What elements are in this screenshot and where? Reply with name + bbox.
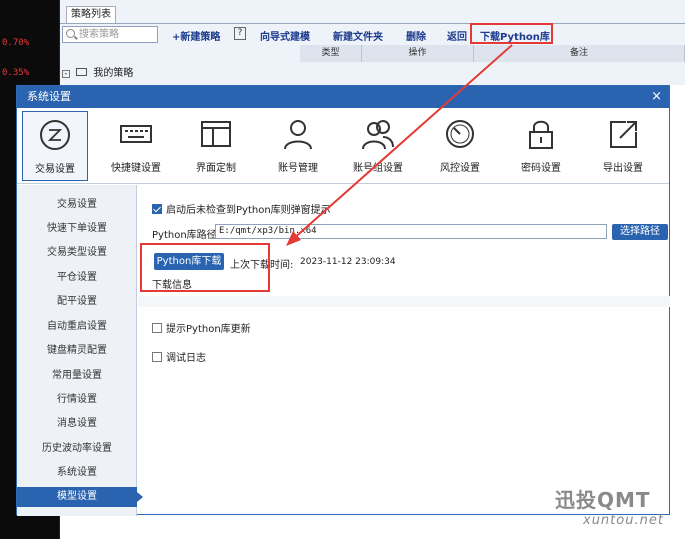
auto-check-option[interactable]: 启动后未检查到Python库则弹窗提示 bbox=[152, 201, 331, 216]
column-header-action: 操作 bbox=[362, 45, 474, 62]
tab-export-settings[interactable]: 导出设置 bbox=[590, 111, 656, 181]
sidebar-item-system[interactable]: 系统设置 bbox=[17, 463, 137, 483]
collapse-icon[interactable]: - bbox=[62, 70, 70, 78]
auto-check-label: 启动后未检查到Python库则弹窗提示 bbox=[166, 205, 331, 216]
sidebar-item-auto-restart[interactable]: 自动重启设置 bbox=[17, 317, 137, 337]
debug-log-option[interactable]: 调试日志 bbox=[152, 349, 206, 364]
sidebar-item-close-position[interactable]: 平仓设置 bbox=[17, 268, 137, 288]
tab-account-management[interactable]: 账号管理 bbox=[265, 111, 331, 181]
new-folder-button[interactable]: 新建文件夹 bbox=[333, 28, 383, 43]
settings-sidebar: 交易设置 快速下单设置 交易类型设置 平仓设置 配平设置 自动重启设置 键盘精灵… bbox=[17, 185, 143, 516]
system-settings-dialog: 系统设置 × 交易设置 快捷键设置 界面定制 账号管理 账号组设置 风控设置 密… bbox=[16, 85, 670, 516]
tab-trade-settings[interactable]: 交易设置 bbox=[22, 111, 88, 181]
trade-settings-icon bbox=[40, 120, 70, 150]
close-icon[interactable]: × bbox=[651, 86, 662, 108]
sidebar-item-trade-type[interactable]: 交易类型设置 bbox=[17, 243, 137, 263]
python-path-label: Python库路径 bbox=[152, 230, 217, 241]
keyboard-icon bbox=[120, 125, 152, 143]
sidebar-item-keyboard-wizard[interactable]: 键盘精灵配置 bbox=[17, 341, 137, 361]
sidebar-item-balancing[interactable]: 配平设置 bbox=[17, 292, 137, 312]
tab-risk-control[interactable]: 风控设置 bbox=[427, 111, 493, 181]
sidebar-item-common-quantity[interactable]: 常用量设置 bbox=[17, 366, 137, 386]
tab-strategy-list[interactable]: 策略列表 bbox=[66, 6, 116, 23]
sidebar-item-model-settings[interactable]: 模型设置 bbox=[17, 487, 143, 507]
tab-label: 交易设置 bbox=[35, 164, 75, 175]
change-percent-1: 0.70% bbox=[2, 38, 30, 48]
debug-log-label: 调试日志 bbox=[166, 353, 206, 364]
tab-label: 界面定制 bbox=[196, 163, 236, 174]
watermark-logo-text: 迅投QMT bbox=[555, 488, 651, 512]
tab-shortcut-settings[interactable]: 快捷键设置 bbox=[103, 111, 169, 181]
new-strategy-button[interactable]: +新建策略 bbox=[172, 28, 220, 43]
tab-label: 账号管理 bbox=[278, 163, 318, 174]
lock-icon bbox=[529, 120, 553, 149]
sidebar-item-trade-settings[interactable]: 交易设置 bbox=[17, 195, 137, 215]
highlight-box-download-lib bbox=[470, 23, 553, 44]
user-icon bbox=[284, 120, 312, 150]
change-percent-2: 0.35% bbox=[2, 68, 30, 78]
sidebar-item-quick-order[interactable]: 快速下单设置 bbox=[17, 219, 137, 239]
tab-label: 密码设置 bbox=[521, 163, 561, 174]
auto-check-checkbox[interactable] bbox=[152, 204, 162, 214]
debug-log-checkbox[interactable] bbox=[152, 352, 162, 362]
tab-label: 快捷键设置 bbox=[111, 163, 161, 174]
tree-root-label: 我的策略 bbox=[93, 68, 134, 79]
back-button[interactable]: 返回 bbox=[447, 28, 467, 43]
delete-button[interactable]: 删除 bbox=[406, 28, 426, 43]
tab-label: 导出设置 bbox=[603, 163, 643, 174]
choose-path-button[interactable]: 选择路径 bbox=[612, 224, 668, 240]
download-info-area bbox=[138, 296, 670, 307]
gauge-icon bbox=[446, 120, 474, 148]
wizard-modeling-button[interactable]: 向导式建模 bbox=[260, 28, 310, 43]
tab-label: 账号组设置 bbox=[353, 163, 403, 174]
tab-account-group-settings[interactable]: 账号组设置 bbox=[345, 111, 411, 181]
last-download-time: 2023-11-12 23:09:34 bbox=[300, 257, 396, 267]
tree-root-my-strategies[interactable]: - 我的策略 bbox=[62, 64, 133, 79]
tab-label: 风控设置 bbox=[440, 163, 480, 174]
tab-divider bbox=[60, 23, 685, 24]
tab-password-settings[interactable]: 密码设置 bbox=[508, 111, 574, 181]
tab-ui-customize[interactable]: 界面定制 bbox=[183, 111, 249, 181]
dialog-title-bar[interactable]: 系统设置 × bbox=[17, 86, 669, 108]
update-prompt-option[interactable]: 提示Python库更新 bbox=[152, 320, 251, 335]
user-group-icon bbox=[362, 120, 394, 150]
update-prompt-label: 提示Python库更新 bbox=[166, 324, 251, 335]
strategy-search-input[interactable]: 搜索策略 bbox=[62, 26, 158, 43]
folder-icon bbox=[76, 68, 88, 76]
search-icon bbox=[66, 29, 75, 38]
sidebar-item-market-data[interactable]: 行情设置 bbox=[17, 390, 137, 410]
dialog-title: 系统设置 bbox=[27, 90, 71, 103]
column-header-remark: 备注 bbox=[474, 45, 685, 62]
help-button[interactable]: ? bbox=[234, 27, 246, 40]
layout-icon bbox=[201, 121, 231, 147]
update-prompt-checkbox[interactable] bbox=[152, 323, 162, 333]
python-path-input[interactable]: E:/qmt/xp3/bin.x64 bbox=[215, 224, 607, 239]
highlight-box-download-section bbox=[140, 243, 270, 292]
model-settings-panel: 启动后未检查到Python库则弹窗提示 Python库路径 E:/qmt/xp3… bbox=[138, 185, 670, 516]
sidebar-item-message[interactable]: 消息设置 bbox=[17, 414, 137, 434]
export-icon bbox=[610, 121, 637, 148]
search-placeholder: 搜索策略 bbox=[79, 29, 119, 40]
column-header-type: 类型 bbox=[300, 45, 362, 62]
sidebar-item-historical-volatility[interactable]: 历史波动率设置 bbox=[17, 439, 137, 459]
watermark-url: xuntou.net bbox=[583, 513, 664, 528]
settings-category-bar: 交易设置 快捷键设置 界面定制 账号管理 账号组设置 风控设置 密码设置 导出设… bbox=[17, 108, 669, 184]
